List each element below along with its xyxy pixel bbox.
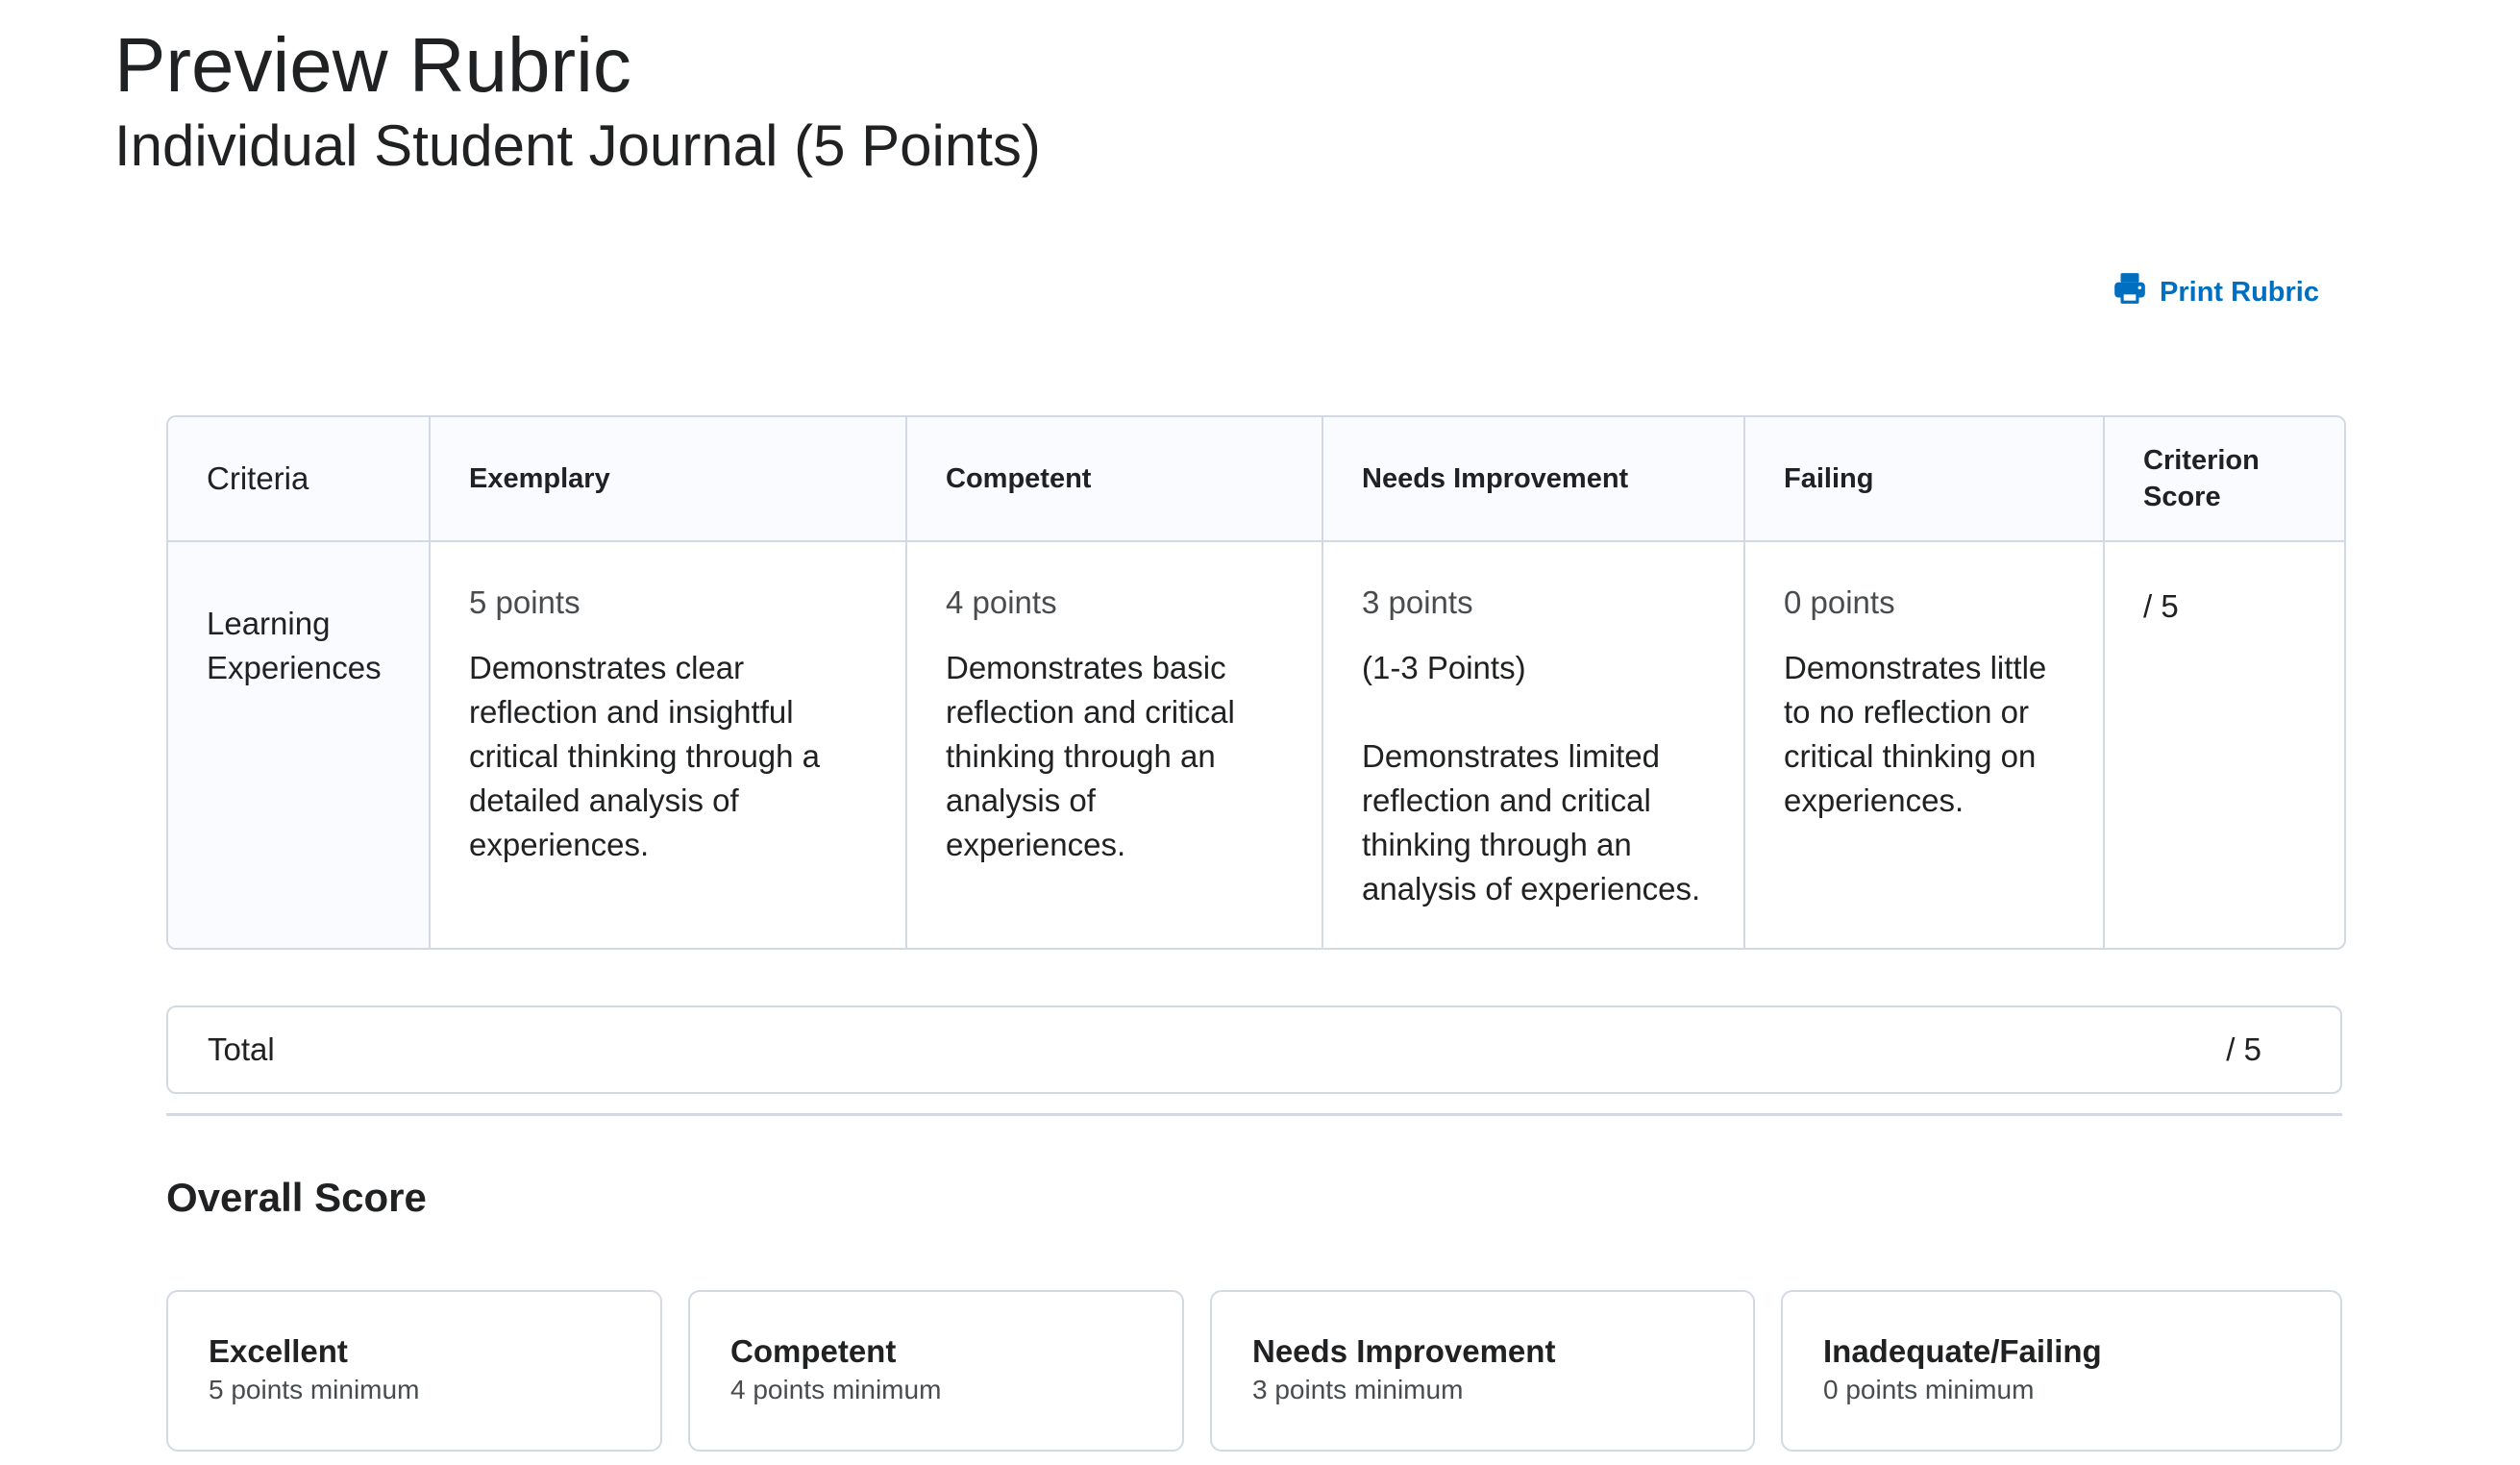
level-description: (1-3 Points) Demonstrates limited reflec… [1362,650,1701,906]
level-description: Demonstrates little to no reflection or … [1784,650,2047,818]
column-header-failing: Failing [1745,417,2105,542]
section-divider [166,1113,2342,1116]
column-header-criterion-score: Criterion Score [2105,417,2344,542]
column-header-criteria: Criteria [168,417,431,542]
overall-level-name: Excellent [209,1333,348,1369]
overall-level-card: Inadequate/Failing 0 points minimum [1781,1290,2342,1452]
criterion-name: Learning Experiences [168,542,431,948]
overall-level-minimum: 0 points minimum [1823,1375,2035,1404]
table-row: Learning Experiences 5 points Demonstrat… [168,542,2344,948]
level-cell-competent: 4 points Demonstrates basic reflection a… [907,542,1323,948]
overall-level-name: Needs Improvement [1252,1333,1556,1369]
rubric-table: Criteria Exemplary Competent Needs Impro… [166,415,2346,950]
level-cell-failing: 0 points Demonstrates little to no refle… [1745,542,2105,948]
overall-score-heading: Overall Score [166,1175,427,1220]
column-header-competent: Competent [907,417,1323,542]
total-row: Total / 5 [166,1006,2342,1094]
overall-level-name: Competent [730,1333,897,1369]
level-points: 5 points [469,584,581,620]
level-cell-needs-improvement: 3 points (1-3 Points) Demonstrates limit… [1323,542,1745,948]
overall-level-card: Excellent 5 points minimum [166,1290,662,1452]
criterion-score: / 5 [2143,588,2179,624]
page-title: Preview Rubric [114,22,631,108]
level-points: 4 points [946,584,1057,620]
total-score: / 5 [2226,1031,2261,1067]
level-points: 0 points [1784,584,1895,620]
overall-level-minimum: 4 points minimum [730,1375,942,1404]
overall-level-minimum: 3 points minimum [1252,1375,1464,1404]
rubric-header-row: Criteria Exemplary Competent Needs Impro… [168,417,2344,542]
level-cell-exemplary: 5 points Demonstrates clear reflection a… [431,542,907,948]
overall-level-minimum: 5 points minimum [209,1375,420,1404]
printer-icon [2112,270,2148,314]
column-header-needs-improvement: Needs Improvement [1323,417,1745,542]
total-label: Total [208,1031,275,1067]
overall-level-name: Inadequate/Failing [1823,1333,2102,1369]
overall-level-card: Needs Improvement 3 points minimum [1210,1290,1755,1452]
print-rubric-button[interactable]: Print Rubric [2112,270,2319,314]
print-rubric-label: Print Rubric [2160,276,2319,308]
rubric-name: Individual Student Journal (5 Points) [114,113,1041,178]
rubric-preview-page: Preview Rubric Individual Student Journa… [0,0,2520,1465]
level-description: Demonstrates basic reflection and critic… [946,650,1235,862]
column-header-exemplary: Exemplary [431,417,907,542]
level-points: 3 points [1362,584,1473,620]
level-description: Demonstrates clear reflection and insigh… [469,650,821,862]
overall-level-card: Competent 4 points minimum [688,1290,1184,1452]
